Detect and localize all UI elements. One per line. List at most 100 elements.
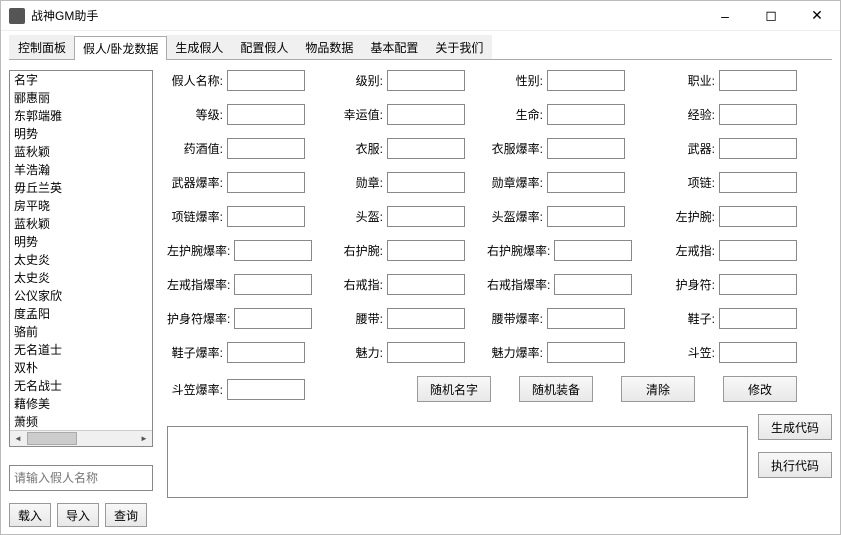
horizontal-scrollbar[interactable]: ◄ ► (10, 430, 152, 446)
list-item[interactable]: 蓝秋颖 (10, 143, 152, 161)
form-cell-r0c3: 职业: (659, 70, 831, 91)
left-button-0[interactable]: 载入 (9, 503, 51, 527)
form-cell-r4c2: 头盔爆率: (487, 206, 659, 227)
input-r5c1[interactable] (387, 240, 465, 261)
tab-5[interactable]: 基本配置 (361, 35, 427, 59)
action-button-0[interactable]: 随机名字 (417, 376, 491, 402)
action-button-3[interactable]: 修改 (723, 376, 797, 402)
form-cell-r2c0: 药酒值: (167, 138, 327, 159)
scroll-thumb[interactable] (27, 432, 77, 445)
form-cell-r7c3: 鞋子: (659, 308, 831, 329)
input-r6c0[interactable] (234, 274, 312, 295)
input-r1c2[interactable] (547, 104, 625, 125)
list-item[interactable]: 萧频 (10, 413, 152, 430)
list-item[interactable]: 明势 (10, 125, 152, 143)
list-item[interactable]: 双朴 (10, 359, 152, 377)
list-item[interactable]: 郦惠丽 (10, 89, 152, 107)
tab-1[interactable]: 假人/卧龙数据 (74, 36, 167, 60)
list-item[interactable]: 蓝秋颖 (10, 215, 152, 233)
list-item[interactable]: 无名道士 (10, 341, 152, 359)
input-r2c0[interactable] (227, 138, 305, 159)
input-r4c2[interactable] (547, 206, 625, 227)
input-r8c2[interactable] (547, 342, 625, 363)
input-r8c1[interactable] (387, 342, 465, 363)
input-r8c0[interactable] (227, 342, 305, 363)
input-r4c3[interactable] (719, 206, 797, 227)
tab-6[interactable]: 关于我们 (426, 35, 492, 59)
name-listbox[interactable]: 名字郦惠丽东郭端雅明势蓝秋颖羊浩瀚毋丘兰英房平晓蓝秋颖明势太史炎太史炎公仪家欣度… (9, 70, 153, 447)
tab-3[interactable]: 配置假人 (231, 35, 297, 59)
list-item[interactable]: 无名战士 (10, 377, 152, 395)
input-r0c1[interactable] (387, 70, 465, 91)
search-input[interactable] (9, 465, 153, 491)
input-r0c0[interactable] (227, 70, 305, 91)
input-douli-rate[interactable] (227, 379, 305, 400)
left-button-2[interactable]: 查询 (105, 503, 147, 527)
label-r6c1: 右戒指: (327, 276, 387, 293)
label-r2c1: 衣服: (327, 140, 387, 157)
label-r0c1: 级别: (327, 72, 387, 89)
tab-2[interactable]: 生成假人 (166, 35, 232, 59)
input-r4c1[interactable] (387, 206, 465, 227)
action-button-1[interactable]: 随机装备 (519, 376, 593, 402)
window-controls: – ◻ ✕ (702, 1, 840, 31)
input-r0c2[interactable] (547, 70, 625, 91)
tab-4[interactable]: 物品数据 (296, 35, 362, 59)
label-r3c2: 勋章爆率: (487, 174, 547, 191)
list-item[interactable]: 藉修美 (10, 395, 152, 413)
list-item[interactable]: 太史炎 (10, 269, 152, 287)
scroll-left-icon[interactable]: ◄ (10, 431, 26, 446)
input-r5c3[interactable] (719, 240, 797, 261)
form-cell-r5c2: 右护腕爆率: (487, 240, 659, 261)
input-r3c0[interactable] (227, 172, 305, 193)
input-r7c2[interactable] (547, 308, 625, 329)
input-r6c2[interactable] (554, 274, 632, 295)
label-r0c2: 性别: (487, 72, 547, 89)
input-r0c3[interactable] (719, 70, 797, 91)
input-r1c1[interactable] (387, 104, 465, 125)
input-r3c3[interactable] (719, 172, 797, 193)
list-item[interactable]: 羊浩瀚 (10, 161, 152, 179)
right-button-0[interactable]: 生成代码 (758, 414, 832, 440)
form-cell-r4c0: 项链爆率: (167, 206, 327, 227)
label-r5c3: 左戒指: (659, 242, 719, 259)
label-r7c1: 腰带: (327, 310, 387, 327)
output-textarea[interactable] (167, 426, 748, 498)
left-button-1[interactable]: 导入 (57, 503, 99, 527)
maximize-button[interactable]: ◻ (748, 1, 794, 31)
input-r7c0[interactable] (234, 308, 312, 329)
list-item[interactable]: 东郭端雅 (10, 107, 152, 125)
tab-0[interactable]: 控制面板 (9, 35, 75, 59)
input-r1c3[interactable] (719, 104, 797, 125)
label-r7c0: 护身符爆率: (167, 310, 234, 327)
list-item[interactable]: 明势 (10, 233, 152, 251)
input-r4c0[interactable] (227, 206, 305, 227)
list-item[interactable]: 公仪家欣 (10, 287, 152, 305)
input-r2c1[interactable] (387, 138, 465, 159)
action-button-2[interactable]: 清除 (621, 376, 695, 402)
list-item[interactable]: 房平晓 (10, 197, 152, 215)
list-item[interactable]: 太史炎 (10, 251, 152, 269)
close-button[interactable]: ✕ (794, 1, 840, 31)
minimize-button[interactable]: – (702, 1, 748, 31)
input-r7c1[interactable] (387, 308, 465, 329)
input-r2c2[interactable] (547, 138, 625, 159)
input-r6c1[interactable] (387, 274, 465, 295)
form-cell-r7c2: 腰带爆率: (487, 308, 659, 329)
input-r3c1[interactable] (387, 172, 465, 193)
scroll-right-icon[interactable]: ► (136, 431, 152, 446)
input-r5c0[interactable] (234, 240, 312, 261)
input-r6c3[interactable] (719, 274, 797, 295)
input-r3c2[interactable] (547, 172, 625, 193)
input-r5c2[interactable] (554, 240, 632, 261)
input-r2c3[interactable] (719, 138, 797, 159)
list-item[interactable]: 骆前 (10, 323, 152, 341)
list-item[interactable]: 度孟阳 (10, 305, 152, 323)
input-r7c3[interactable] (719, 308, 797, 329)
form-cell-r8c0: 鞋子爆率: (167, 342, 327, 363)
form-cell-r8c2: 魅力爆率: (487, 342, 659, 363)
right-button-1[interactable]: 执行代码 (758, 452, 832, 478)
input-r1c0[interactable] (227, 104, 305, 125)
input-r8c3[interactable] (719, 342, 797, 363)
list-item[interactable]: 毋丘兰英 (10, 179, 152, 197)
